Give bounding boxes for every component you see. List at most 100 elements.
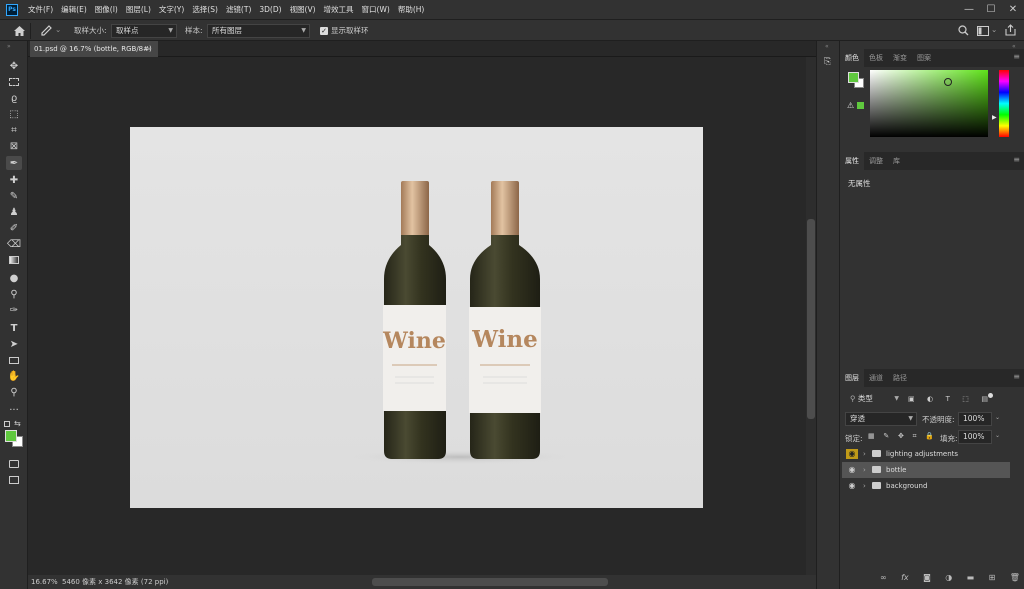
color-picker-handle[interactable] (944, 78, 952, 86)
crop-tool-icon[interactable]: ⌗ (6, 123, 22, 137)
layers-panel-menu-icon[interactable]: ≡ (1013, 372, 1020, 381)
gradient-tool-icon[interactable] (6, 253, 22, 267)
collapse-toolbox-icon[interactable]: » (7, 43, 11, 50)
dodge-tool-icon[interactable]: ⚲ (6, 287, 22, 301)
status-menu-icon[interactable]: › (166, 575, 169, 589)
lock-pixels-icon[interactable]: ✎ (883, 432, 889, 442)
hue-slider[interactable] (999, 70, 1009, 137)
eyedropper-tool-icon[interactable]: ✒ (6, 156, 22, 170)
search-icon[interactable] (958, 25, 969, 36)
layer-style-icon[interactable]: fx (901, 573, 909, 585)
default-colors-icon[interactable] (4, 421, 10, 427)
visibility-eye-icon[interactable]: ◉ (846, 465, 858, 475)
opacity-input[interactable]: 100% (958, 412, 992, 426)
tab-paths[interactable]: 路径 (888, 369, 912, 387)
tab-swatches[interactable]: 色板 (864, 49, 888, 67)
hand-tool-icon[interactable]: ✋ (6, 369, 22, 383)
move-tool-icon[interactable]: ✥ (6, 59, 22, 73)
document-tab[interactable]: 01.psd @ 16.7% (bottle, RGB/8#) × (30, 41, 158, 57)
close-button[interactable]: ✕ (1002, 0, 1024, 19)
fill-input[interactable]: 100% (958, 430, 992, 444)
screen-mode-icon[interactable] (6, 473, 22, 487)
vertical-scrollbar[interactable] (806, 57, 816, 575)
menu-plugins[interactable]: 增效工具 (320, 4, 358, 15)
maximize-button[interactable]: ☐ (980, 0, 1002, 19)
share-icon[interactable] (1005, 24, 1016, 36)
expand-group-icon[interactable]: › (863, 446, 866, 462)
brush-tool-icon[interactable]: ✎ (6, 189, 22, 203)
foreground-color-swatch[interactable] (5, 430, 17, 442)
menu-type[interactable]: 文字(Y) (155, 4, 188, 15)
sample-size-select[interactable]: 取样点 ▼ (111, 24, 177, 38)
history-panel-icon[interactable]: ⎘ (824, 57, 831, 67)
tab-layers[interactable]: 图层 (840, 369, 864, 387)
menu-help[interactable]: 帮助(H) (394, 4, 429, 15)
blur-tool-icon[interactable]: ● (6, 271, 22, 285)
vertical-scroll-thumb[interactable] (807, 219, 815, 419)
edit-toolbar-icon[interactable]: ··· (6, 403, 22, 417)
hue-slider-handle[interactable]: ▶ (992, 114, 997, 121)
menu-layer[interactable]: 图层(L) (122, 4, 155, 15)
eyedropper-icon[interactable] (40, 25, 52, 37)
layer-row-lighting[interactable]: ◉ › lighting adjustments (842, 446, 1010, 462)
gamut-swatch[interactable] (857, 102, 864, 109)
layer-row-bottle[interactable]: ◉ › bottle (842, 462, 1010, 478)
menu-view[interactable]: 视图(V) (286, 4, 320, 15)
filter-toggle-icon[interactable] (988, 393, 993, 398)
swap-colors-icon[interactable]: ⇆ (14, 419, 21, 428)
marquee-tool-icon[interactable] (6, 75, 22, 89)
menu-edit[interactable]: 编辑(E) (57, 4, 91, 15)
clone-stamp-tool-icon[interactable]: ♟ (6, 205, 22, 219)
frame-tool-icon[interactable]: ⊠ (6, 139, 22, 153)
layer-mask-icon[interactable]: ◙ (923, 573, 931, 585)
layer-kind-filter[interactable]: ⚲ 类型 ▼ (845, 392, 903, 406)
sample-select[interactable]: 所有图层 ▼ (207, 24, 310, 38)
tab-adjustments[interactable]: 调整 (864, 152, 888, 170)
collapse-strip-icon[interactable]: « (825, 43, 829, 50)
filter-pixel-icon[interactable]: ▣ (908, 395, 915, 405)
filter-smart-object-icon[interactable]: ▤ (981, 395, 988, 405)
menu-file[interactable]: 文件(F) (24, 4, 57, 15)
workspace-icon[interactable] (977, 26, 989, 36)
tab-properties[interactable]: 属性 (840, 152, 864, 170)
tab-libraries[interactable]: 库 (888, 152, 905, 170)
filter-shape-icon[interactable]: ⬚ (962, 395, 969, 405)
document-info[interactable]: 5460 像素 x 3642 像素 (72 ppi) (62, 575, 168, 589)
pen-tool-icon[interactable]: ✑ (6, 303, 22, 317)
menu-window[interactable]: 窗口(W) (358, 4, 394, 15)
expand-group-icon[interactable]: › (863, 462, 866, 478)
panel-foreground-swatch[interactable] (848, 72, 859, 83)
gamut-warning-icon[interactable]: ⚠ (847, 101, 854, 110)
history-brush-tool-icon[interactable]: ✐ (6, 221, 22, 235)
visibility-eye-icon[interactable]: ◉ (846, 449, 858, 459)
visibility-eye-icon[interactable]: ◉ (846, 481, 858, 491)
menu-select[interactable]: 选择(S) (188, 4, 222, 15)
tab-gradients[interactable]: 渐变 (888, 49, 912, 67)
expand-group-icon[interactable]: › (863, 478, 866, 494)
document-canvas[interactable]: Wine Wine (130, 127, 703, 508)
color-field[interactable] (870, 70, 988, 137)
close-document-icon[interactable]: × (146, 41, 152, 57)
tab-channels[interactable]: 通道 (864, 369, 888, 387)
quick-mask-icon[interactable] (6, 457, 22, 471)
filter-type-icon[interactable]: T (946, 395, 950, 405)
filter-adjustment-icon[interactable]: ◐ (927, 395, 933, 405)
lock-artboard-icon[interactable]: ⌗ (913, 432, 917, 442)
tool-preset-chevron-icon[interactable]: ⌄ (55, 25, 61, 34)
zoom-tool-icon[interactable]: ⚲ (6, 385, 22, 399)
rectangle-tool-icon[interactable] (6, 353, 22, 367)
lock-transparent-icon[interactable]: ▦ (868, 432, 875, 442)
lasso-tool-icon[interactable]: ϱ (6, 91, 22, 105)
adjustment-layer-icon[interactable]: ◑ (945, 573, 952, 585)
opacity-chevron-icon[interactable]: ⌄ (995, 414, 1000, 421)
zoom-level[interactable]: 16.67% (31, 575, 58, 589)
properties-panel-menu-icon[interactable]: ≡ (1013, 155, 1020, 164)
color-panel-menu-icon[interactable]: ≡ (1013, 52, 1020, 61)
link-layers-icon[interactable]: ∞ (880, 573, 887, 585)
menu-3d[interactable]: 3D(D) (255, 5, 285, 14)
menu-image[interactable]: 图像(I) (91, 4, 122, 15)
menu-filter[interactable]: 滤镜(T) (222, 4, 255, 15)
layer-row-background[interactable]: ◉ › background (842, 478, 1010, 494)
workspace-chevron-icon[interactable]: ⌄ (991, 25, 997, 34)
home-icon[interactable] (13, 25, 26, 37)
